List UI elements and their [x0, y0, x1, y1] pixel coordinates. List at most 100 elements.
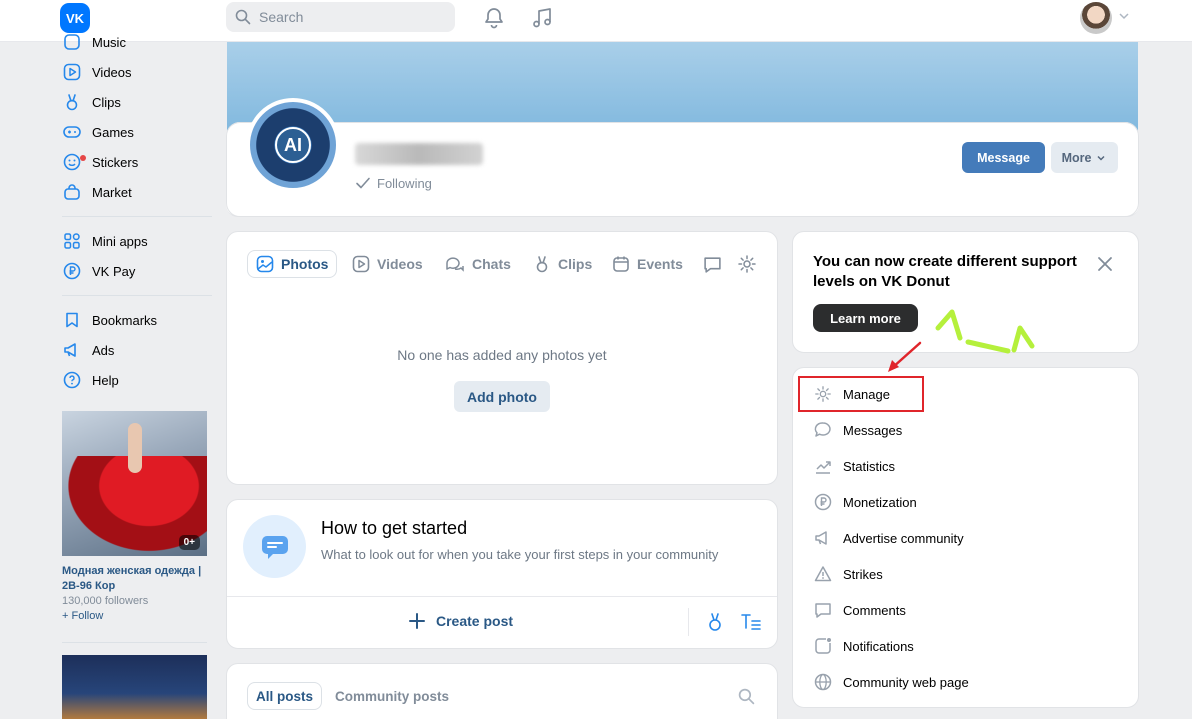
- clips-icon: [536, 256, 548, 273]
- sidebar-item-videos[interactable]: Videos: [60, 60, 212, 84]
- more-button-label: More: [1061, 150, 1092, 165]
- add-photo-button[interactable]: Add photo: [454, 381, 550, 412]
- tab-community-posts[interactable]: Community posts: [327, 682, 457, 710]
- menu-item-strikes[interactable]: Strikes: [807, 560, 1127, 588]
- sidebar-item-label: Stickers: [92, 154, 139, 170]
- menu-item-comments[interactable]: Comments: [807, 596, 1127, 624]
- community-avatar[interactable]: AI: [246, 98, 340, 192]
- search-input[interactable]: [259, 9, 439, 25]
- menu-item-community-web-page[interactable]: Community web page: [807, 668, 1127, 696]
- sidebar-item-clips[interactable]: Clips: [60, 90, 212, 114]
- tab-photos[interactable]: Photos: [247, 250, 338, 278]
- sidebar-ad-2[interactable]: [62, 655, 207, 719]
- user-avatar[interactable]: [1080, 2, 1112, 34]
- more-button[interactable]: More: [1051, 142, 1118, 173]
- empty-photos-text: No one has added any photos yet: [397, 347, 607, 363]
- chevron-down-icon[interactable]: [1118, 10, 1130, 22]
- create-post-label: Create post: [436, 613, 514, 629]
- sidebar-item-label: VK Pay: [92, 263, 136, 279]
- menu-item-monetization[interactable]: Monetization: [807, 488, 1127, 516]
- gear-icon[interactable]: [737, 254, 757, 274]
- tab-label: Events: [637, 256, 683, 272]
- search-icon: [235, 9, 251, 25]
- menu-item-messages[interactable]: Messages: [807, 416, 1127, 444]
- sidebar-item-games[interactable]: Games: [60, 120, 212, 144]
- sidebar-item-help[interactable]: Help: [60, 368, 212, 392]
- apps-grid-icon: [62, 231, 82, 251]
- sidebar-item-market[interactable]: Market: [60, 180, 212, 204]
- sidebar-item-bookmarks[interactable]: Bookmarks: [60, 308, 212, 332]
- chevron-down-icon: [1097, 155, 1105, 161]
- sidebar-item-label: Mini apps: [92, 233, 148, 249]
- video-play-icon: [62, 62, 82, 82]
- sidebar-item-label: Videos: [92, 64, 132, 80]
- music-note-icon[interactable]: [530, 6, 554, 30]
- comment-icon[interactable]: [703, 255, 722, 274]
- search-icon[interactable]: [738, 688, 755, 705]
- sidebar-item-vk-pay[interactable]: VK Pay: [60, 259, 212, 283]
- menu-item-label: Monetization: [843, 494, 917, 510]
- menu-item-label: Messages: [843, 422, 903, 438]
- bookmark-icon: [62, 310, 82, 330]
- tab-chats[interactable]: Chats: [437, 250, 519, 278]
- tab-events[interactable]: Events: [604, 250, 691, 278]
- red-arrow-annotation: [888, 341, 922, 372]
- following-label: Following: [377, 175, 432, 191]
- search-box[interactable]: [226, 2, 455, 32]
- ad-follow-link[interactable]: + Follow: [62, 610, 207, 622]
- notification-square-icon: [813, 636, 833, 656]
- close-icon[interactable]: [1096, 255, 1114, 273]
- ad-followers: 130,000 followers: [62, 595, 149, 607]
- menu-item-label: Community web page: [843, 674, 969, 690]
- green-scribble-annotation: [935, 309, 1035, 354]
- sidebar-item-mini-apps[interactable]: Mini apps: [60, 229, 212, 253]
- globe-icon: [813, 672, 833, 692]
- checkmark-icon: [356, 177, 370, 189]
- megaphone-icon: [62, 340, 82, 360]
- sidebar-item-label: Help: [92, 372, 119, 388]
- music-note-icon: [62, 32, 82, 52]
- bell-icon[interactable]: [482, 6, 506, 30]
- sidebar-item-stickers[interactable]: Stickers: [60, 150, 212, 174]
- menu-item-label: Strikes: [843, 566, 883, 582]
- vk-logo[interactable]: VK: [60, 3, 90, 33]
- sidebar-item-music[interactable]: Music: [60, 30, 212, 54]
- tab-videos[interactable]: Videos: [344, 250, 431, 278]
- vertical-divider: [688, 608, 689, 636]
- sidebar-divider: [62, 295, 212, 296]
- shopping-bag-icon: [62, 182, 82, 202]
- megaphone-icon: [813, 528, 833, 548]
- comment-icon: [813, 600, 833, 620]
- message-bubble-icon: [813, 420, 833, 440]
- manage-highlight-box: [798, 376, 924, 412]
- ad-image[interactable]: 0+: [62, 411, 207, 556]
- message-button[interactable]: Message: [962, 142, 1045, 173]
- notification-dot: [80, 155, 86, 161]
- text-format-icon[interactable]: [741, 613, 761, 631]
- ad-image-2[interactable]: [62, 655, 207, 719]
- learn-more-button[interactable]: Learn more: [813, 304, 918, 332]
- trend-chart-icon: [813, 456, 833, 476]
- clips-icon[interactable]: [706, 612, 724, 632]
- menu-item-notifications[interactable]: Notifications: [807, 632, 1127, 660]
- sidebar-ad[interactable]: 0+ Модная женская одежда | 2B-96 Кор 130…: [62, 411, 207, 643]
- ad-title[interactable]: Модная женская одежда | 2B-96 Кор: [62, 564, 207, 594]
- menu-item-label: Notifications: [843, 638, 914, 654]
- sidebar-item-label: Games: [92, 124, 134, 140]
- sidebar-divider: [62, 642, 207, 643]
- following-status[interactable]: Following: [355, 175, 432, 191]
- tab-clips[interactable]: Clips: [525, 250, 600, 278]
- menu-item-label: Advertise community: [843, 530, 964, 546]
- create-post-button[interactable]: Create post: [408, 612, 513, 630]
- getting-started-subtitle[interactable]: What to look out for when you take your …: [321, 547, 718, 562]
- sidebar-item-ads[interactable]: Ads: [60, 338, 212, 362]
- getting-started-title: How to get started: [321, 518, 468, 538]
- plus-icon: [409, 613, 425, 629]
- sidebar-item-label: Bookmarks: [92, 312, 158, 328]
- tab-all-posts[interactable]: All posts: [247, 682, 323, 710]
- menu-item-advertise-community[interactable]: Advertise community: [807, 524, 1127, 552]
- menu-item-label: Comments: [843, 602, 906, 618]
- menu-item-statistics[interactable]: Statistics: [807, 452, 1127, 480]
- ruble-circle-icon: [62, 261, 82, 281]
- getting-started-illustration: [243, 515, 306, 578]
